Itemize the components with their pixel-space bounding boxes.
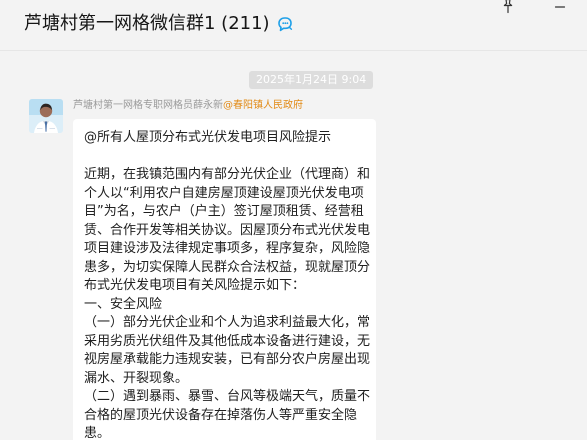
- chat-message: 芦塘村第一网格专职网格员薛永新@春阳镇人民政府 @所有人屋顶分布式光伏发电项目风…: [29, 99, 587, 440]
- message-line: 一、安全风险: [84, 296, 163, 312]
- minimize-icon[interactable]: [553, 0, 567, 13]
- message-bubble[interactable]: @所有人屋顶分布式光伏发电项目风险提示 近期，在我镇范围内有部分光伏企业（代理商…: [73, 119, 376, 440]
- message-line: （二）遇到暴雨、暴雪、台风等极端天气，质量不合格的屋顶光伏设备存在掉落伤人等严重…: [84, 389, 371, 440]
- message-timestamp: 2025年1月24日 9:04: [249, 71, 374, 89]
- message-line: （一）部分光伏企业和个人为追求利益最大化，常采用劣质光伏组件及其他低成本设备进行…: [84, 315, 371, 386]
- message-line: 近期，在我镇范围内有部分光伏企业（代理商）和个人以“利用农户自建房屋顶建设屋顶光…: [84, 167, 371, 293]
- header-divider: [0, 50, 587, 51]
- avatar-person-icon[interactable]: [29, 99, 63, 133]
- message-line: @所有人屋顶分布式光伏发电项目风险提示: [84, 130, 332, 145]
- wechat-chat-window: 芦塘村第一网格微信群1 (211) 2025年1月24日 9:04 芦塘村第一网…: [0, 0, 587, 440]
- sender-line: 芦塘村第一网格专职网格员薛永新@春阳镇人民政府: [73, 99, 303, 113]
- window-actions: [497, 0, 587, 14]
- message-blank-line: [84, 148, 371, 167]
- message-text: @所有人屋顶分布式光伏发电项目风险提示 近期，在我镇范围内有部分光伏企业（代理商…: [84, 129, 371, 440]
- chat-title: 芦塘村第一网格微信群1 (211): [24, 13, 270, 34]
- chat-bubble-icon[interactable]: [276, 15, 294, 33]
- sender-tag[interactable]: @春阳镇人民政府: [223, 100, 303, 111]
- pin-icon[interactable]: [500, 0, 516, 14]
- chat-header: 芦塘村第一网格微信群1 (211): [0, 0, 587, 50]
- sender-name[interactable]: 芦塘村第一网格专职网格员薛永新: [73, 100, 223, 111]
- title-row: 芦塘村第一网格微信群1 (211): [24, 10, 294, 38]
